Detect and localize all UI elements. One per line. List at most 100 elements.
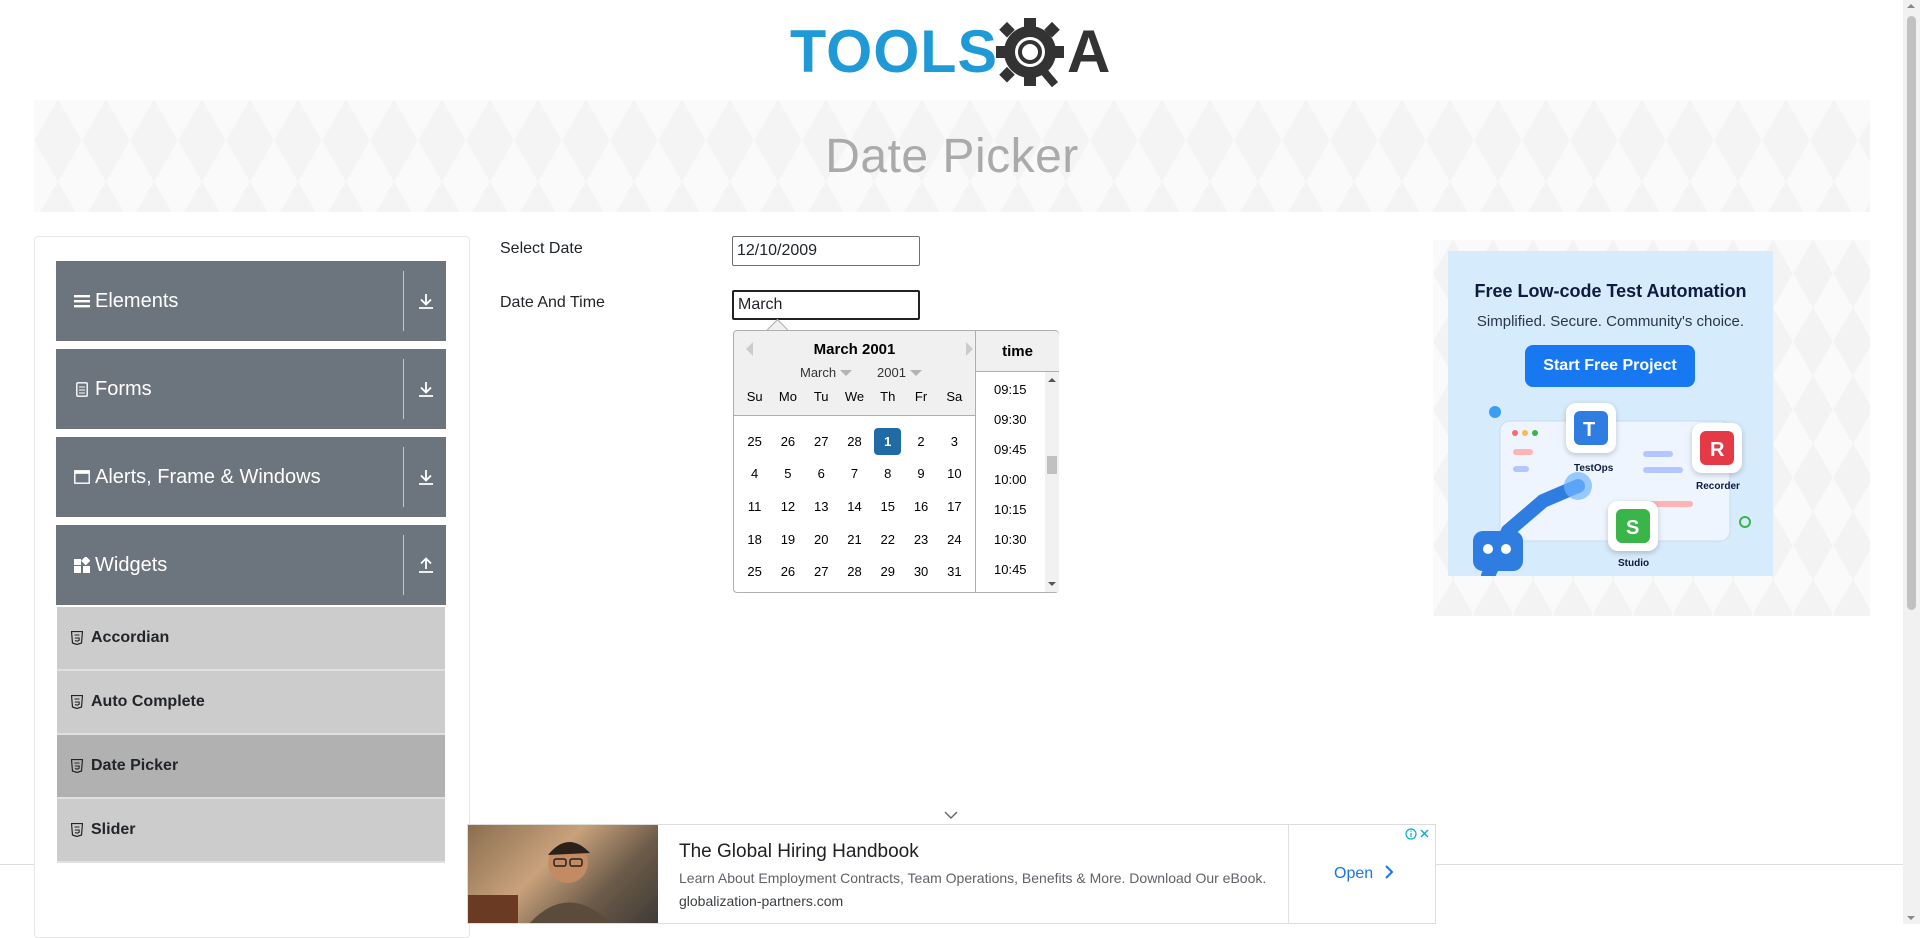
calendar-day[interactable]: 18 xyxy=(741,526,768,553)
logo-text-tools: TOOLS xyxy=(790,18,998,85)
calendar-day[interactable]: 20 xyxy=(808,526,835,553)
ad-choices[interactable] xyxy=(1405,827,1431,841)
download-arrow-icon xyxy=(416,379,436,399)
select-date-input[interactable] xyxy=(732,236,920,266)
calendar-day[interactable]: 11 xyxy=(741,493,768,520)
calendar-day[interactable]: 14 xyxy=(841,493,868,520)
weekday-label: Tu xyxy=(813,389,829,404)
sidebar-item-accordian[interactable]: Accordian xyxy=(57,607,445,671)
calendar-day[interactable]: 10 xyxy=(941,460,968,487)
page-scrollbar[interactable] xyxy=(1903,0,1920,924)
time-list[interactable]: 09:15 09:30 09:45 10:00 10:15 10:30 10:4… xyxy=(976,372,1059,592)
sidebar-group-widgets[interactable]: Widgets xyxy=(56,525,446,605)
sidebar-item-slider[interactable]: Slider xyxy=(57,799,445,863)
time-option[interactable]: 09:45 xyxy=(994,442,1027,457)
calendar-day[interactable]: 4 xyxy=(741,460,768,487)
month-dropdown[interactable]: March xyxy=(800,365,853,382)
calendar-day[interactable]: 16 xyxy=(908,493,935,520)
next-month-arrow-icon[interactable] xyxy=(966,342,973,356)
calendar-day[interactable]: 3 xyxy=(941,428,968,455)
scrollbar-thumb[interactable] xyxy=(1047,456,1057,474)
sidebar-item-label: Slider xyxy=(91,821,136,838)
calendar-day[interactable]: 9 xyxy=(908,460,935,487)
ad-subtitle: Simplified. Secure. Community's choice. xyxy=(1476,313,1745,330)
weekday-label: Mo xyxy=(778,389,797,404)
calendar-day[interactable]: 15 xyxy=(874,493,901,520)
sidebar-item-auto-complete[interactable]: Auto Complete xyxy=(57,671,445,735)
collapse-chevron-icon[interactable] xyxy=(944,810,958,820)
time-option[interactable]: 10:45 xyxy=(994,562,1027,577)
scroll-up-arrow-icon[interactable] xyxy=(1048,378,1056,382)
year-dropdown[interactable]: 2001 xyxy=(877,365,922,382)
caret-down-icon xyxy=(840,370,853,382)
svg-text:R: R xyxy=(1710,439,1725,461)
calendar-day[interactable]: 2 xyxy=(908,428,935,455)
bottom-advertisement[interactable]: The Global Hiring Handbook Learn About E… xyxy=(467,824,1436,924)
html5-icon xyxy=(70,630,84,646)
ad-open-button[interactable]: Open xyxy=(1334,865,1394,883)
studio-logo-icon: S xyxy=(1608,501,1658,551)
ad-info-icon[interactable] xyxy=(1405,828,1417,840)
calendar-day-selected[interactable]: 1 xyxy=(874,427,902,455)
scroll-up-arrow-icon[interactable] xyxy=(1907,4,1915,8)
calendar-day[interactable]: 25 xyxy=(741,558,768,585)
calendar-day[interactable]: 26 xyxy=(774,558,801,585)
ad-close-icon[interactable] xyxy=(1420,829,1429,838)
sidebar-group-elements[interactable]: Elements xyxy=(56,261,446,341)
calendar-day[interactable]: 27 xyxy=(808,558,835,585)
calendar-day[interactable]: 6 xyxy=(808,460,835,487)
chevron-right-icon xyxy=(1384,865,1394,879)
scroll-down-arrow-icon[interactable] xyxy=(1048,582,1056,586)
ad-url: globalization-partners.com xyxy=(679,893,844,909)
calendar-day[interactable]: 31 xyxy=(941,558,968,585)
divider xyxy=(403,535,404,595)
calendar-day[interactable]: 8 xyxy=(874,460,901,487)
time-option[interactable]: 09:30 xyxy=(994,412,1027,427)
sidebar-item-date-picker[interactable]: Date Picker xyxy=(57,735,445,799)
calendar-day[interactable]: 17 xyxy=(941,493,968,520)
calendar-day[interactable]: 22 xyxy=(874,526,901,553)
time-list-scrollbar[interactable] xyxy=(1045,372,1059,592)
advertisement-container: Free Low-code Test Automation Simplified… xyxy=(1433,240,1870,616)
ad-headline: The Global Hiring Handbook xyxy=(679,841,919,862)
calendar-day[interactable]: 13 xyxy=(808,493,835,520)
time-option[interactable]: 10:30 xyxy=(994,532,1027,547)
sidebar-group-forms[interactable]: Forms xyxy=(56,349,446,429)
gear-magnifier-icon xyxy=(996,18,1064,88)
calendar-day[interactable]: 23 xyxy=(908,526,935,553)
select-date-label: Select Date xyxy=(500,240,583,257)
calendar-day[interactable]: 12 xyxy=(774,493,801,520)
calendar-day[interactable]: 28 xyxy=(841,428,868,455)
calendar-day[interactable]: 25 xyxy=(741,428,768,455)
katalon-advertisement[interactable]: Free Low-code Test Automation Simplified… xyxy=(1448,251,1773,576)
scroll-down-arrow-icon[interactable] xyxy=(1907,916,1915,920)
calendar-day[interactable]: 26 xyxy=(774,428,801,455)
weekday-label: Fr xyxy=(914,389,928,404)
calendar-day[interactable]: 19 xyxy=(774,526,801,553)
calendar-day[interactable]: 30 xyxy=(908,558,935,585)
calendar-day[interactable]: 28 xyxy=(841,558,868,585)
year-dropdown-value: 2001 xyxy=(877,365,906,380)
ad-open-label: Open xyxy=(1334,865,1374,882)
month-dropdown-value: March xyxy=(800,365,837,380)
scrollbar-thumb[interactable] xyxy=(1907,16,1916,610)
logo-text-a: A xyxy=(1067,18,1110,85)
calendar-day[interactable]: 29 xyxy=(874,558,901,585)
calendar-day[interactable]: 27 xyxy=(808,428,835,455)
html5-icon xyxy=(70,694,84,710)
time-option[interactable]: 10:00 xyxy=(994,472,1027,487)
time-option[interactable]: 10:15 xyxy=(994,502,1027,517)
date-and-time-input[interactable] xyxy=(732,290,920,320)
calendar-day[interactable]: 21 xyxy=(841,526,868,553)
calendar-day[interactable]: 24 xyxy=(941,526,968,553)
download-arrow-icon xyxy=(416,467,436,487)
calendar-week-row: 18 19 20 21 22 23 24 xyxy=(738,523,971,556)
time-option[interactable]: 09:15 xyxy=(994,382,1027,397)
ad-product-label: TestOps xyxy=(1574,463,1614,474)
start-free-project-button[interactable]: Start Free Project xyxy=(1525,345,1695,387)
page-header-banner: Date Picker xyxy=(34,100,1870,212)
calendar-day[interactable]: 5 xyxy=(774,460,801,487)
calendar-day[interactable]: 7 xyxy=(841,460,868,487)
sidebar-group-alerts[interactable]: Alerts, Frame & Windows xyxy=(56,437,446,517)
toolsqa-logo[interactable]: TOOLS A xyxy=(790,14,1115,90)
